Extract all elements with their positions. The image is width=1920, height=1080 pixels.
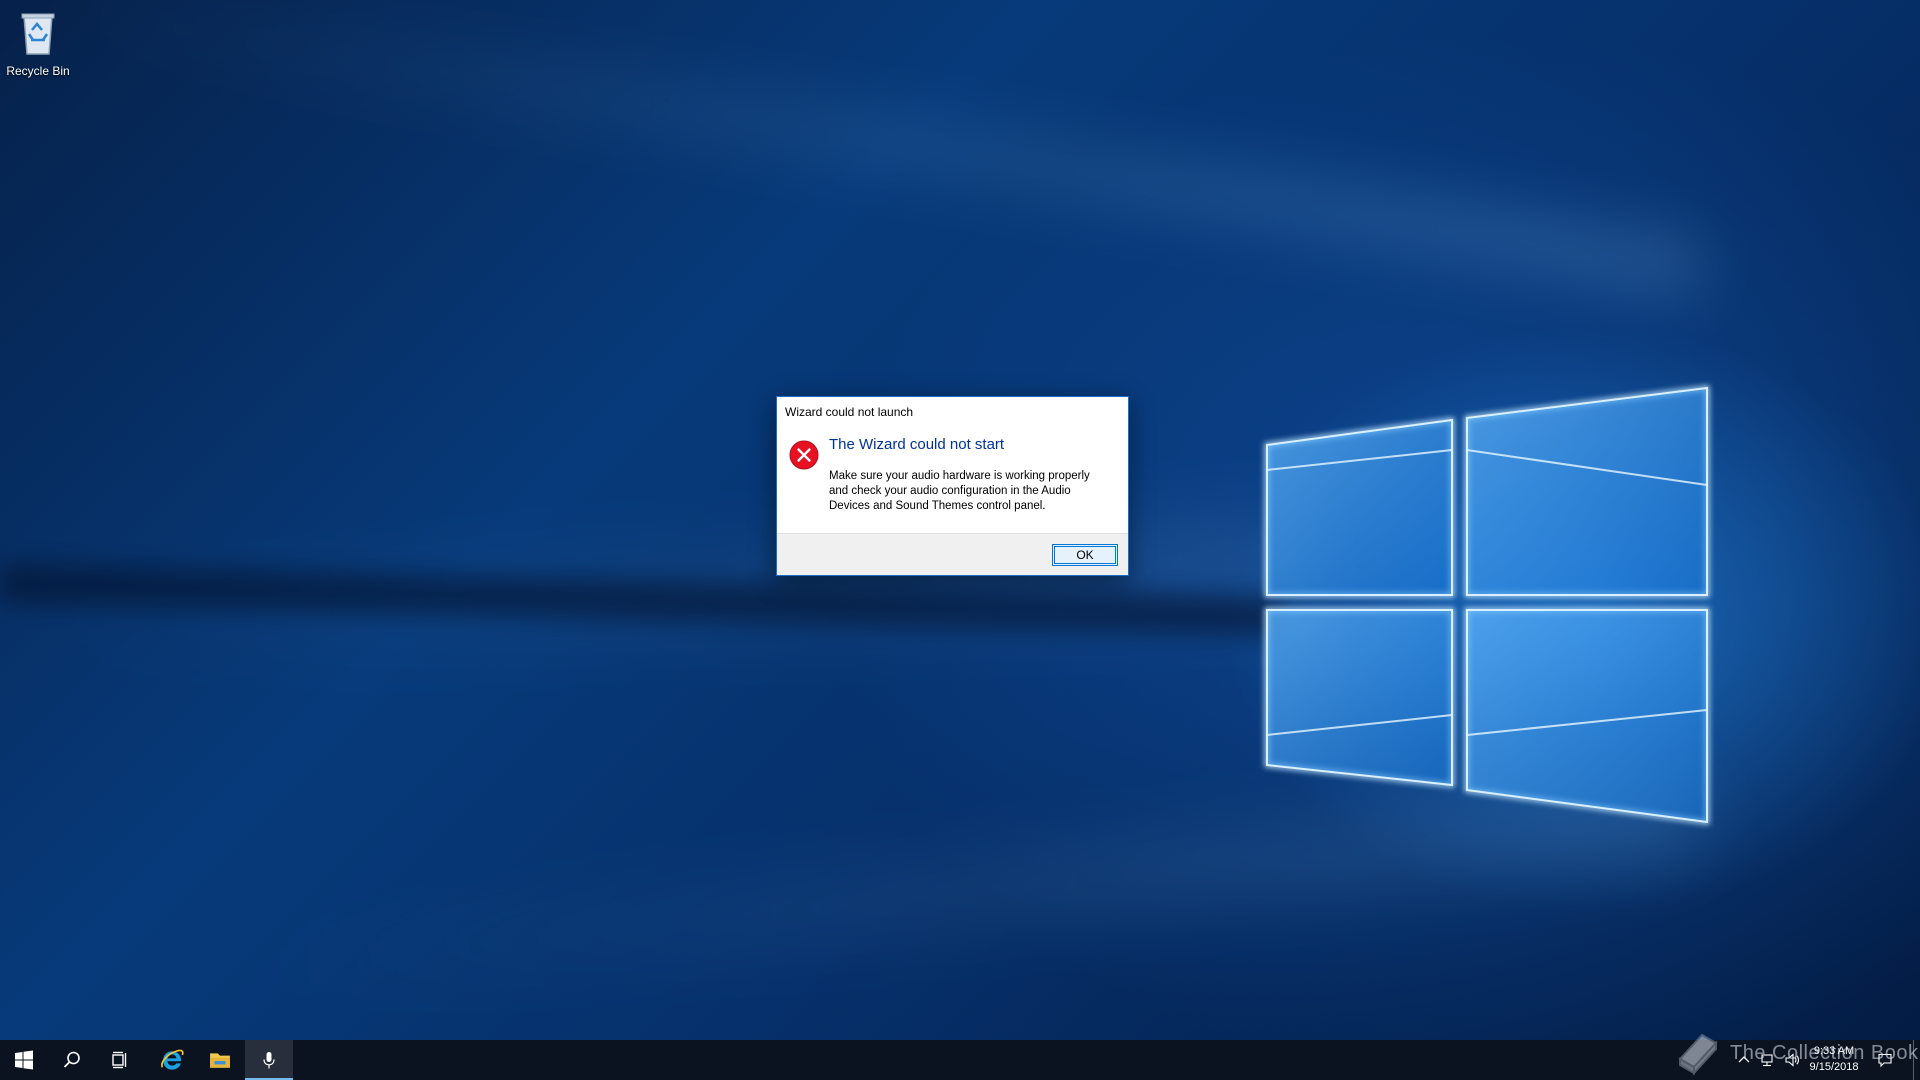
taskbar: 9:33 AM 9/15/2018 (0, 1040, 1920, 1080)
desktop-icon-label: Recycle Bin (6, 64, 70, 78)
dialog-title[interactable]: Wizard could not launch (777, 397, 1128, 427)
watermark: The Collection Book (1670, 1026, 1918, 1080)
dialog-footer: OK (777, 533, 1128, 575)
windows-start-icon (15, 1050, 33, 1070)
error-icon (788, 439, 820, 471)
dialog-content: The Wizard could not start Make sure you… (777, 427, 1128, 529)
dialog-message: Make sure your audio hardware is working… (829, 470, 1090, 512)
light-beam (16, 0, 1705, 300)
start-button[interactable] (0, 1040, 48, 1080)
search-icon (63, 1051, 80, 1068)
ok-button[interactable]: OK (1052, 544, 1118, 566)
internet-explorer-button[interactable] (148, 1040, 196, 1080)
book-icon (1678, 1033, 1718, 1076)
search-button[interactable] (48, 1040, 96, 1080)
desktop-icon-recycle-bin[interactable]: Recycle Bin (2, 6, 74, 78)
file-explorer-button[interactable] (196, 1040, 244, 1080)
recycle-bin-icon (14, 6, 62, 58)
task-view-button[interactable] (96, 1040, 144, 1080)
windows-logo-wallpaper (1262, 380, 1712, 830)
file-explorer-icon (210, 1053, 230, 1068)
dialog-heading: The Wizard could not start (829, 436, 1005, 453)
watermark-text: The Collection Book (1730, 1041, 1919, 1064)
desktop: Recycle Bin Wizard could not launch The … (0, 0, 1920, 1040)
task-view-icon (112, 1051, 127, 1069)
internet-explorer-icon (161, 1049, 184, 1070)
error-dialog: Wizard could not launch The Wizard could… (776, 396, 1129, 576)
microphone-icon (263, 1052, 275, 1069)
speech-recognition-button[interactable] (245, 1040, 293, 1080)
